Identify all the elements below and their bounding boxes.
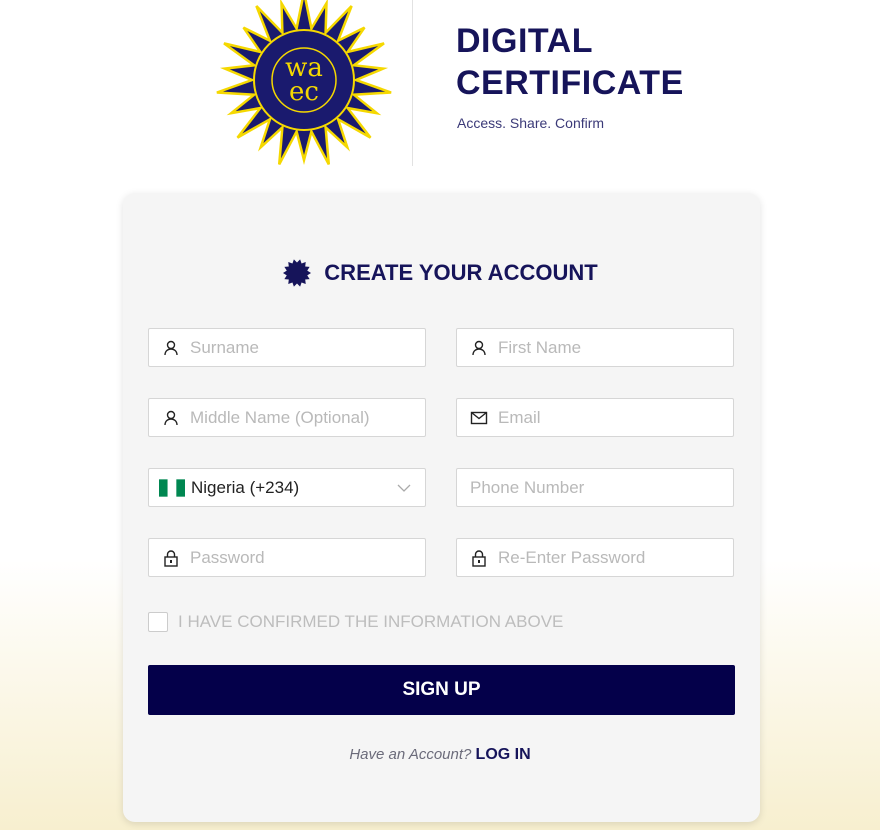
lock-icon xyxy=(164,549,178,567)
phone-number-input[interactable]: Phone Number xyxy=(456,468,734,507)
confirm-password-input[interactable]: Re-Enter Password xyxy=(456,538,734,577)
sign-up-button[interactable]: SIGN UP xyxy=(148,665,735,715)
middle-name-input[interactable]: Middle Name (Optional) xyxy=(148,398,426,437)
mail-icon xyxy=(470,411,488,424)
waec-logo: wa ec xyxy=(216,0,392,165)
login-link[interactable]: LOG IN xyxy=(476,746,531,763)
password-input[interactable]: Password xyxy=(148,538,426,577)
header-divider xyxy=(412,0,413,166)
svg-text:ec: ec xyxy=(289,77,319,107)
user-icon xyxy=(164,410,178,425)
brand-title-line1: DIGITAL xyxy=(456,22,593,60)
badge-icon xyxy=(283,259,312,287)
nigeria-flag-icon xyxy=(159,478,185,497)
first-name-input[interactable]: First Name xyxy=(456,328,734,367)
form-title: CREATE YOUR ACCOUNT xyxy=(0,258,880,288)
email-input[interactable]: Email xyxy=(456,398,734,437)
login-prompt: Have an Account? LOG IN xyxy=(349,746,531,763)
user-icon xyxy=(164,340,178,355)
user-icon xyxy=(472,340,486,355)
chevron-down-icon xyxy=(397,484,411,492)
lock-icon xyxy=(472,549,486,567)
brand-tagline: Access. Share. Confirm xyxy=(457,115,605,131)
brand-title-line2: CERTIFICATE xyxy=(456,64,684,102)
surname-input[interactable]: Surname xyxy=(148,328,426,367)
confirm-checkbox[interactable] xyxy=(148,612,168,632)
confirm-checkbox-label[interactable]: I HAVE CONFIRMED THE INFORMATION ABOVE xyxy=(178,612,563,632)
country-code-select[interactable]: Nigeria (+234) xyxy=(148,468,426,507)
